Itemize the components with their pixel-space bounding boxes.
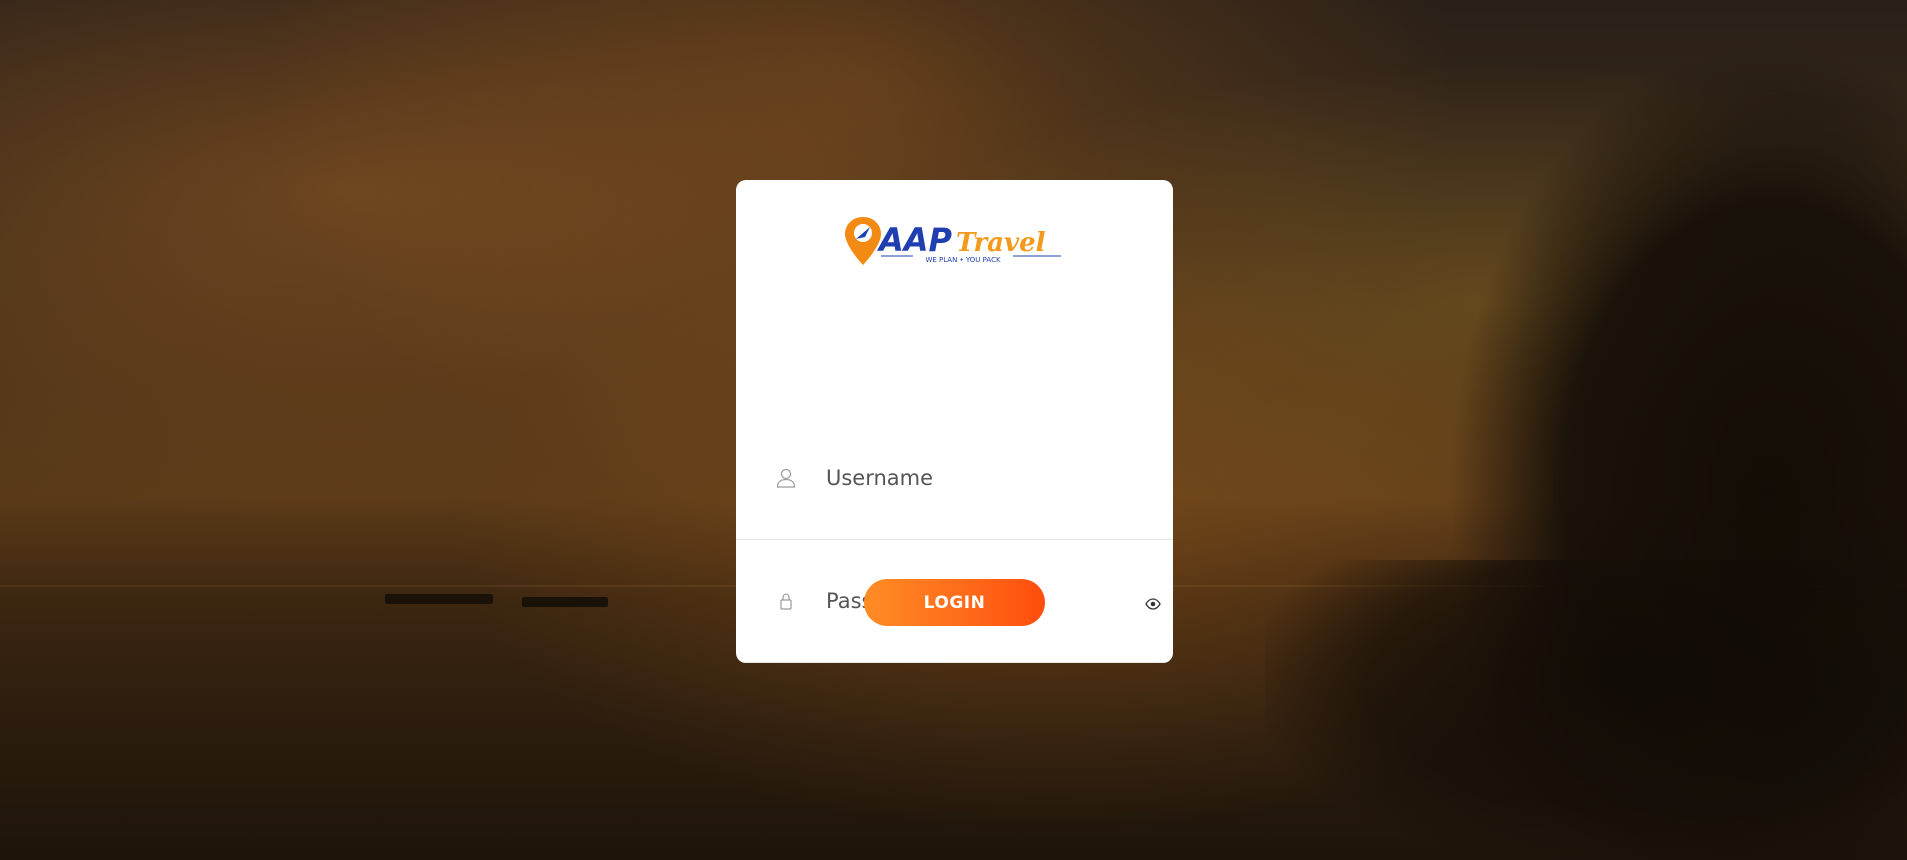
logo-tagline: WE PLAN • YOU PACK xyxy=(925,256,1001,264)
logo-aap-text: AAP xyxy=(876,221,953,259)
brand-logo: AAP Travel WE PLAN • YOU PACK xyxy=(736,213,1173,271)
login-button[interactable]: LOGIN xyxy=(864,579,1045,626)
boat-right xyxy=(522,597,608,607)
user-icon xyxy=(775,467,797,489)
username-field xyxy=(736,417,1173,540)
username-input[interactable] xyxy=(826,460,1126,496)
aap-travel-logo: AAP Travel WE PLAN • YOU PACK xyxy=(844,217,1061,265)
rock-silhouette xyxy=(1265,560,1905,860)
boat-left xyxy=(385,594,493,604)
logo-travel-text: Travel xyxy=(956,228,1046,258)
eye-icon[interactable] xyxy=(1145,595,1161,610)
login-card: AAP Travel WE PLAN • YOU PACK Username L… xyxy=(736,180,1173,663)
lock-icon xyxy=(775,590,797,612)
